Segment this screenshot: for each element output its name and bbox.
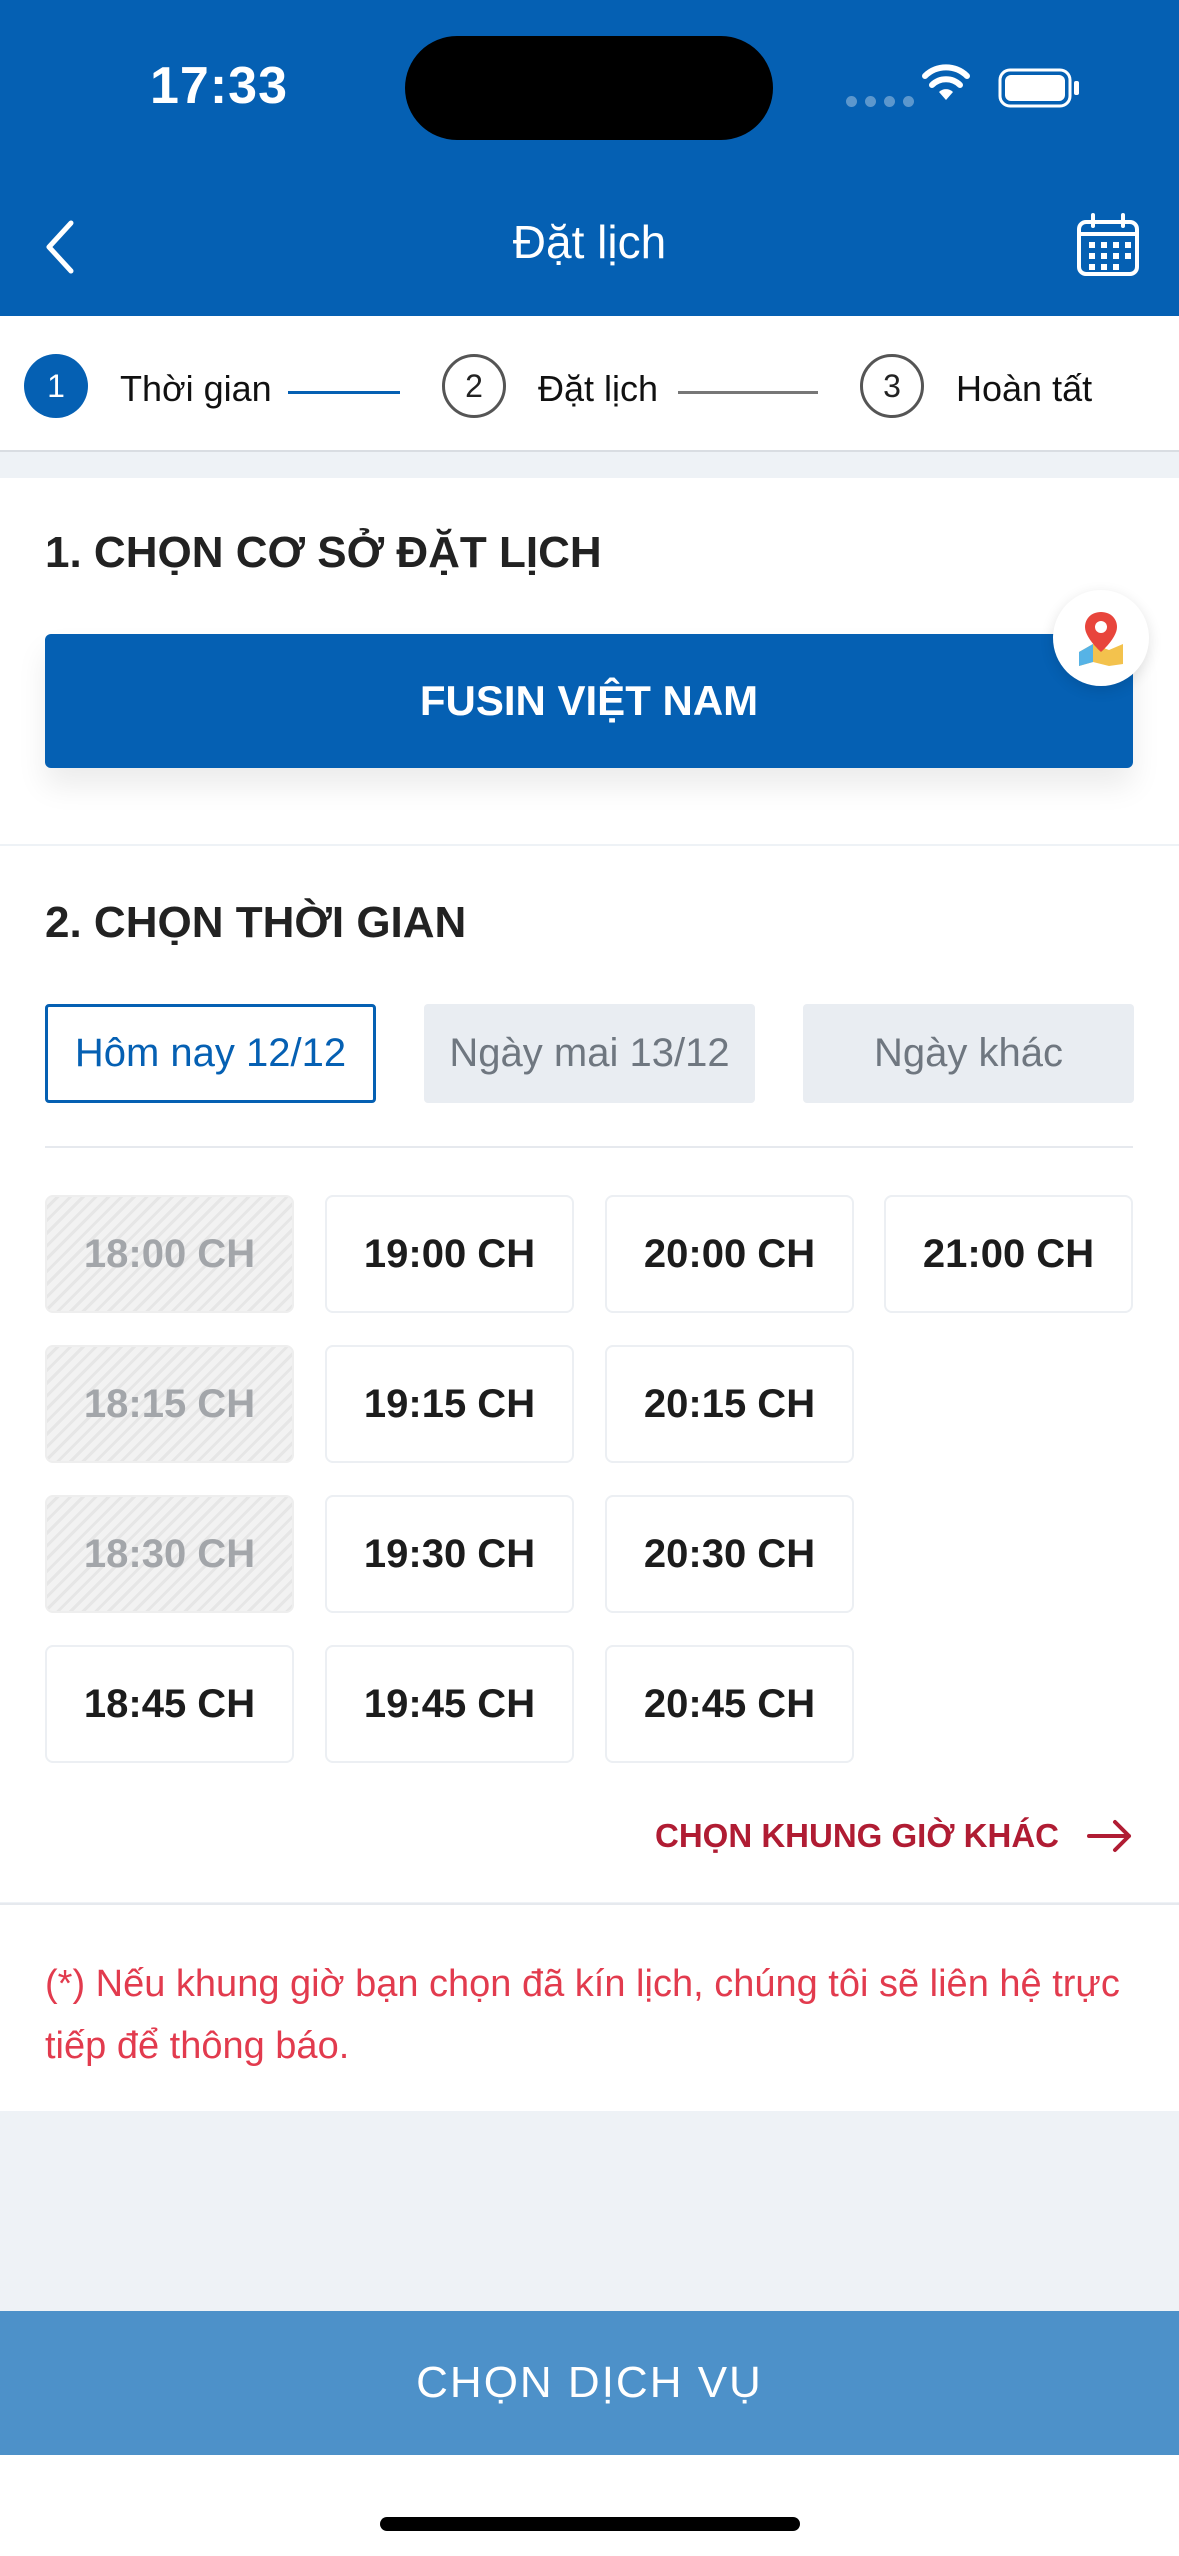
time-slot[interactable]: 19:15 CH <box>325 1345 574 1463</box>
status-time: 17:33 <box>150 57 288 115</box>
time-heading: 2. CHỌN THỜI GIAN <box>45 898 467 947</box>
time-slot[interactable]: 19:00 CH <box>325 1195 574 1313</box>
time-slot[interactable]: 19:30 CH <box>325 1495 574 1613</box>
step-3-number: 3 <box>860 354 924 418</box>
step-1-number: 1 <box>24 354 88 418</box>
map-pin-button[interactable] <box>1053 590 1149 686</box>
other-time-label: CHỌN KHUNG GIỜ KHÁC <box>655 1817 1059 1854</box>
facility-section: 1. CHỌN CƠ SỞ ĐẶT LỊCH FUSIN VIỆT NAM <box>0 478 1179 844</box>
day-tab-other[interactable]: Ngày khác <box>803 1004 1134 1103</box>
dynamic-island <box>405 36 773 140</box>
arrow-right-icon <box>1087 1820 1131 1852</box>
choose-service-button[interactable]: CHỌN DỊCH VỤ <box>0 2311 1179 2455</box>
time-slot: 18:15 CH <box>45 1345 294 1463</box>
home-indicator <box>380 2517 800 2531</box>
step-2-number: 2 <box>442 354 506 418</box>
other-time-link[interactable]: CHỌN KHUNG GIỜ KHÁC <box>655 1808 1135 1864</box>
step-3-label: Hoàn tất <box>956 368 1093 409</box>
app-header: 17:33 Đặt lịch <box>0 0 1179 316</box>
map-pin-icon <box>1079 612 1123 666</box>
day-tab-tomorrow[interactable]: Ngày mai 13/12 <box>424 1004 755 1103</box>
battery-icon <box>998 68 1079 108</box>
note-text: (*) Nếu khung giờ bạn chọn đã kín lịch, … <box>45 1963 1120 2067</box>
time-slot: 18:30 CH <box>45 1495 294 1613</box>
divider <box>45 1146 1133 1148</box>
calendar-button[interactable] <box>1068 212 1148 292</box>
day-tab-today[interactable]: Hôm nay 12/12 <box>45 1004 376 1103</box>
step-connector <box>678 391 818 394</box>
time-section: 2. CHỌN THỜI GIAN Hôm nay 12/12 Ngày mai… <box>0 846 1179 1902</box>
page-title: Đặt lịch <box>512 216 667 268</box>
facility-select-button[interactable]: FUSIN VIỆT NAM <box>45 634 1133 768</box>
step-2-label: Đặt lịch <box>538 368 659 409</box>
time-slot[interactable]: 20:30 CH <box>605 1495 854 1613</box>
time-slot: 18:00 CH <box>45 1195 294 1313</box>
booking-stepper: 1 Thời gian 2 Đặt lịch 3 Hoàn tất <box>0 316 1179 452</box>
calendar-icon <box>1077 213 1139 276</box>
time-slot[interactable]: 20:00 CH <box>605 1195 854 1313</box>
facility-heading: 1. CHỌN CƠ SỞ ĐẶT LỊCH <box>45 528 602 577</box>
booking-note: (*) Nếu khung giờ bạn chọn đã kín lịch, … <box>0 1903 1179 2111</box>
bottom-safe-area <box>0 2455 1179 2556</box>
time-slot[interactable]: 19:45 CH <box>325 1645 574 1763</box>
cellular-signal-icon <box>846 96 914 107</box>
time-slot[interactable]: 18:45 CH <box>45 1645 294 1763</box>
time-slot[interactable]: 20:15 CH <box>605 1345 854 1463</box>
time-slot[interactable]: 21:00 CH <box>884 1195 1133 1313</box>
wifi-icon <box>922 64 970 100</box>
step-1-label: Thời gian <box>120 368 272 409</box>
step-connector <box>288 391 400 394</box>
time-slot[interactable]: 20:45 CH <box>605 1645 854 1763</box>
